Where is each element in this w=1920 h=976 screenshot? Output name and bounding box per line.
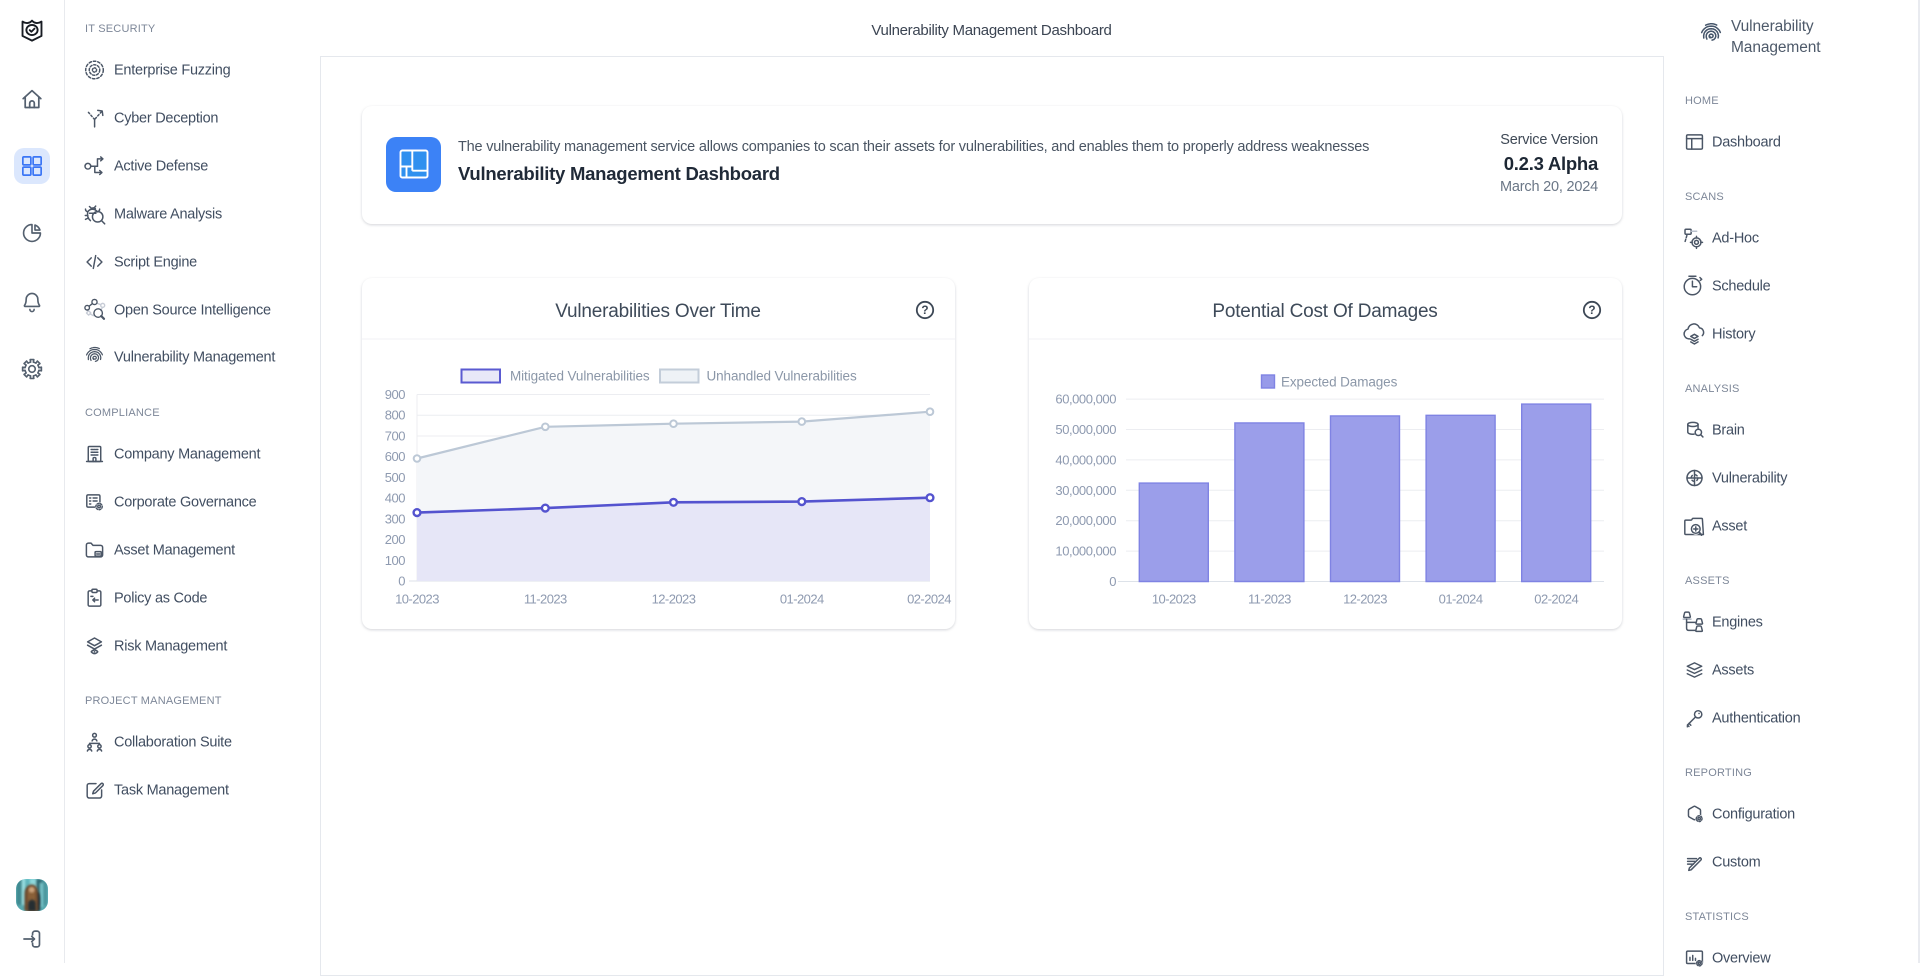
svg-text:800: 800 [385, 408, 405, 423]
svg-text:900: 900 [385, 387, 405, 402]
svg-text:10-2023: 10-2023 [395, 592, 439, 607]
svg-text:600: 600 [385, 449, 405, 464]
svg-text:02-2024: 02-2024 [907, 592, 951, 607]
svg-text:Potential Cost Of Damages: Potential Cost Of Damages [1212, 301, 1437, 322]
svg-text:10,000,000: 10,000,000 [1055, 544, 1116, 559]
svg-text:?: ? [1588, 303, 1595, 317]
svg-text:300: 300 [385, 511, 405, 526]
svg-text:01-2024: 01-2024 [780, 592, 824, 607]
svg-text:Expected Damages: Expected Damages [1281, 375, 1398, 390]
svg-text:20,000,000: 20,000,000 [1055, 513, 1116, 528]
svg-text:02-2024: 02-2024 [1534, 592, 1578, 607]
svg-text:11-2023: 11-2023 [1247, 592, 1290, 607]
svg-text:0: 0 [398, 574, 405, 589]
svg-text:?: ? [921, 303, 928, 317]
svg-text:400: 400 [385, 491, 405, 506]
svg-text:700: 700 [385, 429, 405, 444]
svg-text:500: 500 [385, 470, 405, 485]
svg-text:50,000,000: 50,000,000 [1055, 422, 1116, 437]
svg-text:11-2023: 11-2023 [524, 592, 567, 607]
svg-text:60,000,000: 60,000,000 [1055, 392, 1116, 407]
svg-text:40,000,000: 40,000,000 [1055, 452, 1116, 467]
svg-text:0: 0 [1109, 574, 1116, 589]
svg-text:200: 200 [385, 532, 405, 547]
svg-text:12-2023: 12-2023 [652, 592, 696, 607]
svg-text:Mitigated Vulnerabilities: Mitigated Vulnerabilities [510, 369, 650, 384]
svg-text:30,000,000: 30,000,000 [1055, 483, 1116, 498]
svg-text:12-2023: 12-2023 [1343, 592, 1387, 607]
svg-text:10-2023: 10-2023 [1151, 592, 1195, 607]
svg-text:Vulnerabilities Over Time: Vulnerabilities Over Time [555, 301, 761, 322]
svg-text:01-2024: 01-2024 [1438, 592, 1482, 607]
svg-text:Unhandled Vulnerabilities: Unhandled Vulnerabilities [707, 369, 857, 384]
svg-text:100: 100 [385, 553, 405, 568]
